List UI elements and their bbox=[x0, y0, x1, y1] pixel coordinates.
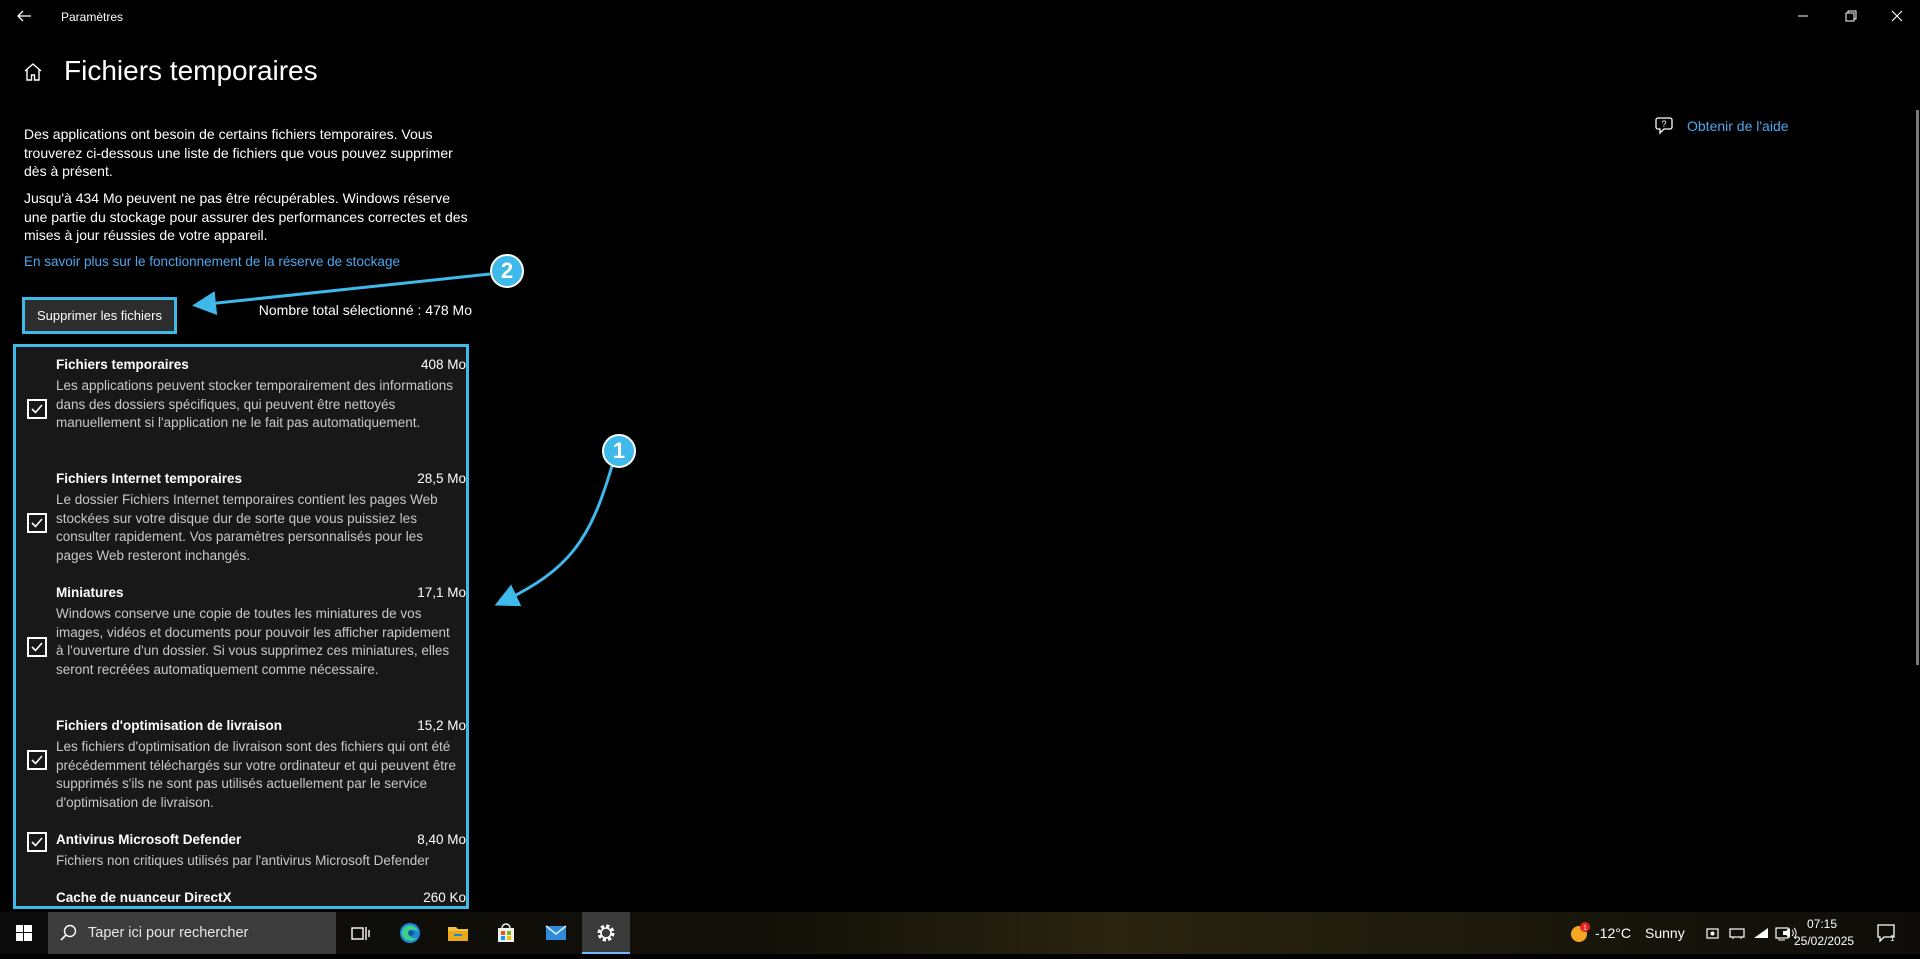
checkbox-delivery-optimization[interactable] bbox=[27, 750, 47, 770]
edge-icon bbox=[400, 923, 420, 943]
checkbox-defender[interactable] bbox=[27, 832, 47, 852]
get-help-label[interactable]: Obtenir de l'aide bbox=[1687, 118, 1789, 134]
item-description: Fichiers non critiques utilisés par l'an… bbox=[56, 853, 430, 868]
annotation-arrow-1 bbox=[494, 465, 614, 607]
store-icon bbox=[498, 923, 514, 942]
storage-reserve-link[interactable]: En savoir plus sur le fonctionnement de … bbox=[24, 254, 400, 269]
temp-files-list: Fichiers temporaires 408 Mo Les applicat… bbox=[13, 344, 469, 909]
meet-now-icon[interactable] bbox=[1705, 925, 1721, 941]
start-button[interactable] bbox=[0, 912, 48, 954]
help-chat-icon: ? bbox=[1654, 116, 1674, 136]
title-bar: Paramètres bbox=[0, 0, 1920, 32]
delete-files-button[interactable]: Supprimer les fichiers bbox=[22, 297, 177, 334]
weather-badge: 1 bbox=[1583, 925, 1587, 932]
edge-button[interactable] bbox=[386, 912, 434, 954]
item-description: Les fichiers d'optimisation de livraison… bbox=[56, 739, 456, 810]
annotation-badge-2: 2 bbox=[490, 254, 524, 288]
page-scrollbar[interactable] bbox=[1916, 110, 1919, 665]
home-icon[interactable] bbox=[22, 61, 44, 83]
file-explorer-icon bbox=[448, 927, 468, 941]
item-title: Fichiers Internet temporaires bbox=[56, 471, 243, 486]
notification-count: 1 bbox=[1890, 934, 1895, 943]
window-title: Paramètres bbox=[61, 10, 124, 24]
mail-icon bbox=[545, 925, 567, 940]
taskbar: Taper ici pour rechercher 1 -12°C Sunny … bbox=[0, 912, 1920, 954]
search-placeholder: Taper ici pour rechercher bbox=[88, 925, 249, 941]
clock-date: 25/02/2025 bbox=[1794, 934, 1855, 948]
store-button[interactable] bbox=[482, 912, 530, 954]
item-title: Miniatures bbox=[56, 585, 124, 600]
page-title: Fichiers temporaires bbox=[64, 55, 318, 86]
checkmark-icon bbox=[31, 642, 43, 652]
intro-paragraph-1: Des applications ont besoin de certains … bbox=[24, 126, 453, 179]
checkmark-icon bbox=[31, 755, 43, 765]
intro-paragraph-2: Jusqu'à 434 Mo peuvent ne pas être récup… bbox=[24, 190, 468, 243]
item-size: 260 Ko bbox=[423, 890, 466, 905]
svg-text:?: ? bbox=[1661, 119, 1666, 129]
close-icon bbox=[1891, 10, 1903, 22]
item-description: Windows conserve une copie de toutes les… bbox=[56, 606, 450, 677]
weather-temperature: -12°C bbox=[1595, 925, 1631, 941]
checkbox-thumbnails[interactable] bbox=[27, 637, 47, 657]
annotation-arrow-2 bbox=[192, 272, 491, 316]
taskbar-search-input[interactable]: Taper ici pour rechercher bbox=[48, 912, 336, 954]
restore-icon bbox=[1845, 10, 1857, 22]
minimize-button[interactable] bbox=[1780, 0, 1826, 32]
item-size: 8,40 Mo bbox=[417, 832, 466, 847]
notification-center-button[interactable]: 1 bbox=[1876, 923, 1896, 943]
network-icon[interactable] bbox=[1729, 925, 1745, 941]
checkmark-icon bbox=[31, 518, 43, 528]
item-title: Fichiers d'optimisation de livraison bbox=[56, 718, 283, 733]
checkbox-directx-cache[interactable] bbox=[27, 906, 47, 909]
item-title: Cache de nuanceur DirectX bbox=[56, 890, 232, 905]
checkmark-icon bbox=[31, 404, 43, 414]
item-size: 28,5 Mo bbox=[417, 471, 466, 486]
item-size: 17,1 Mo bbox=[417, 585, 466, 600]
task-view-icon bbox=[351, 927, 370, 940]
clock-time: 07:15 bbox=[1806, 917, 1838, 931]
file-explorer-button[interactable] bbox=[434, 912, 482, 954]
item-title: Antivirus Microsoft Defender bbox=[56, 832, 242, 847]
checkmark-icon bbox=[31, 837, 43, 847]
item-title: Fichiers temporaires bbox=[56, 357, 189, 372]
checkbox-internet-temp-files[interactable] bbox=[27, 513, 47, 533]
task-view-button[interactable] bbox=[336, 912, 384, 954]
item-size: 15,2 Mo bbox=[417, 718, 466, 733]
settings-button[interactable] bbox=[582, 912, 630, 954]
notification-icon: 1 bbox=[1877, 924, 1895, 943]
mail-button[interactable] bbox=[532, 912, 580, 954]
weather-condition: Sunny bbox=[1645, 925, 1685, 941]
checkbox-temporary-files[interactable] bbox=[27, 399, 47, 419]
item-size: 408 Mo bbox=[420, 357, 466, 372]
settings-icon bbox=[597, 924, 615, 942]
search-icon bbox=[60, 924, 77, 941]
close-button[interactable] bbox=[1874, 0, 1920, 32]
back-arrow-icon[interactable] bbox=[12, 4, 36, 28]
item-description: Les applications peuvent stocker tempora… bbox=[56, 378, 453, 430]
wifi-icon[interactable] bbox=[1753, 925, 1769, 941]
sun-icon: 1 bbox=[1571, 922, 1590, 942]
annotation-badge-1: 1 bbox=[602, 434, 636, 468]
minimize-icon bbox=[1798, 15, 1808, 17]
system-clock[interactable]: 07:15 25/02/2025 bbox=[1794, 916, 1855, 950]
total-selected: Nombre total sélectionné : 478 Mo bbox=[258, 302, 472, 318]
item-description: Le dossier Fichiers Internet temporaires… bbox=[56, 492, 438, 563]
restore-button[interactable] bbox=[1828, 0, 1874, 32]
windows-logo-icon bbox=[16, 925, 32, 941]
